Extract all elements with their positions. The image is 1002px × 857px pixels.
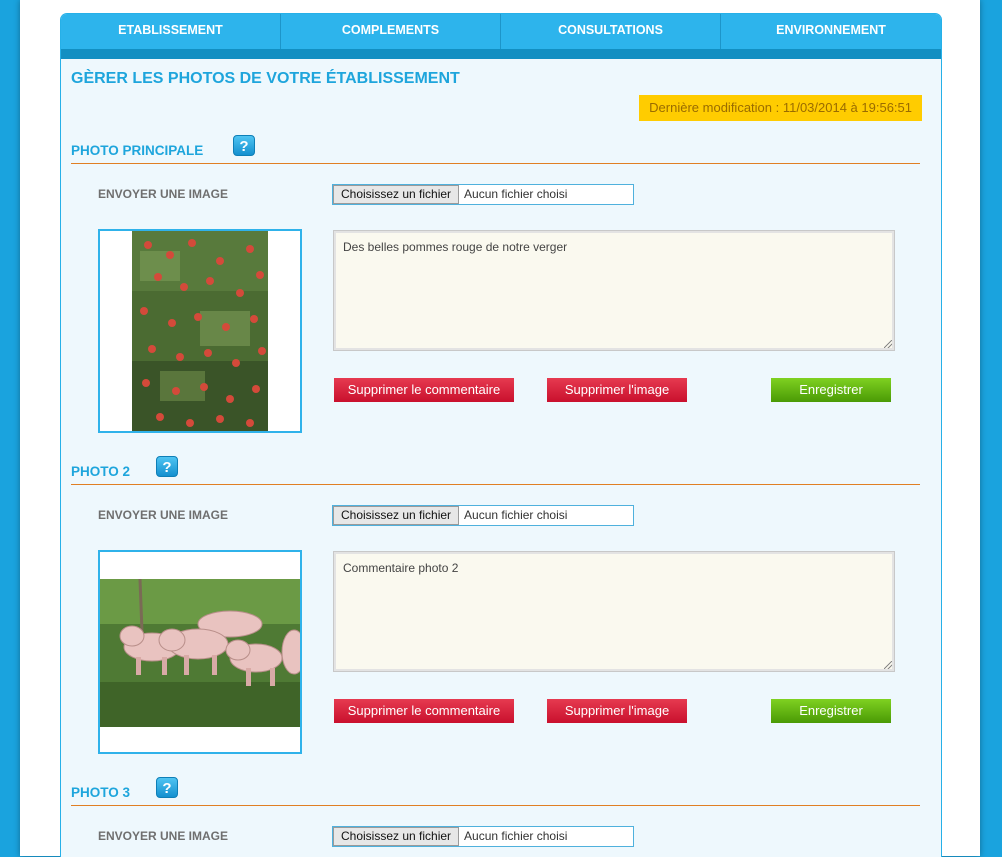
save-button[interactable]: Enregistrer bbox=[771, 378, 891, 402]
delete-comment-button[interactable]: Supprimer le commentaire bbox=[334, 378, 514, 402]
tab-consultations[interactable]: CONSULTATIONS bbox=[501, 14, 721, 49]
file-input-photo-principale[interactable]: Choisissez un fichier Aucun fichier choi… bbox=[332, 184, 634, 205]
section-divider bbox=[71, 484, 920, 485]
file-input-photo-2[interactable]: Choisissez un fichier Aucun fichier choi… bbox=[332, 505, 634, 526]
file-input-photo-3[interactable]: Choisissez un fichier Aucun fichier choi… bbox=[332, 826, 634, 847]
comment-text: Des belles pommes rouge de notre verger bbox=[343, 240, 568, 254]
comment-text: Commentaire photo 2 bbox=[343, 561, 459, 575]
choose-file-button[interactable]: Choisissez un fichier bbox=[333, 506, 460, 525]
send-image-label: ENVOYER UNE IMAGE bbox=[98, 508, 229, 522]
section-title-photo-3: PHOTO 3 bbox=[71, 785, 131, 800]
resize-grip-icon[interactable] bbox=[884, 340, 892, 348]
section-divider bbox=[71, 805, 920, 806]
send-image-label: ENVOYER UNE IMAGE bbox=[98, 187, 229, 201]
tab-complements[interactable]: COMPLEMENTS bbox=[281, 14, 501, 49]
delete-image-button[interactable]: Supprimer l'image bbox=[547, 378, 687, 402]
delete-image-button[interactable]: Supprimer l'image bbox=[547, 699, 687, 723]
apple-tree-image bbox=[100, 231, 300, 431]
choose-file-button[interactable]: Choisissez un fichier bbox=[333, 827, 460, 846]
comment-textarea-photo-2[interactable]: Commentaire photo 2 bbox=[333, 551, 895, 672]
tab-bar-base bbox=[61, 49, 941, 59]
photo-thumbnail bbox=[98, 550, 302, 754]
comment-textarea-photo-principale[interactable]: Des belles pommes rouge de notre verger bbox=[333, 230, 895, 351]
help-icon[interactable]: ? bbox=[233, 135, 255, 156]
choose-file-button[interactable]: Choisissez un fichier bbox=[333, 185, 460, 204]
tab-etablissement[interactable]: ETABLISSEMENT bbox=[61, 14, 281, 49]
send-image-label: ENVOYER UNE IMAGE bbox=[98, 829, 229, 843]
no-file-text: Aucun fichier choisi bbox=[464, 829, 568, 843]
last-modified-badge: Dernière modification : 11/03/2014 à 19:… bbox=[639, 95, 922, 121]
no-file-text: Aucun fichier choisi bbox=[464, 508, 568, 522]
photos-panel: ETABLISSEMENT COMPLEMENTS CONSULTATIONS … bbox=[60, 13, 942, 857]
section-title-photo-2: PHOTO 2 bbox=[71, 464, 131, 479]
tab-bar: ETABLISSEMENT COMPLEMENTS CONSULTATIONS … bbox=[61, 14, 941, 49]
section-divider bbox=[71, 163, 920, 164]
tab-environnement[interactable]: ENVIRONNEMENT bbox=[721, 14, 941, 49]
section-title-photo-principale: PHOTO PRINCIPALE bbox=[71, 143, 204, 158]
help-icon[interactable]: ? bbox=[156, 777, 178, 798]
save-button[interactable]: Enregistrer bbox=[771, 699, 891, 723]
pigs-in-field-image bbox=[100, 552, 300, 752]
resize-grip-icon[interactable] bbox=[884, 661, 892, 669]
page-title: GÈRER LES PHOTOS DE VOTRE ÉTABLISSEMENT bbox=[71, 70, 460, 87]
no-file-text: Aucun fichier choisi bbox=[464, 187, 568, 201]
photo-thumbnail bbox=[98, 229, 302, 433]
delete-comment-button[interactable]: Supprimer le commentaire bbox=[334, 699, 514, 723]
help-icon[interactable]: ? bbox=[156, 456, 178, 477]
